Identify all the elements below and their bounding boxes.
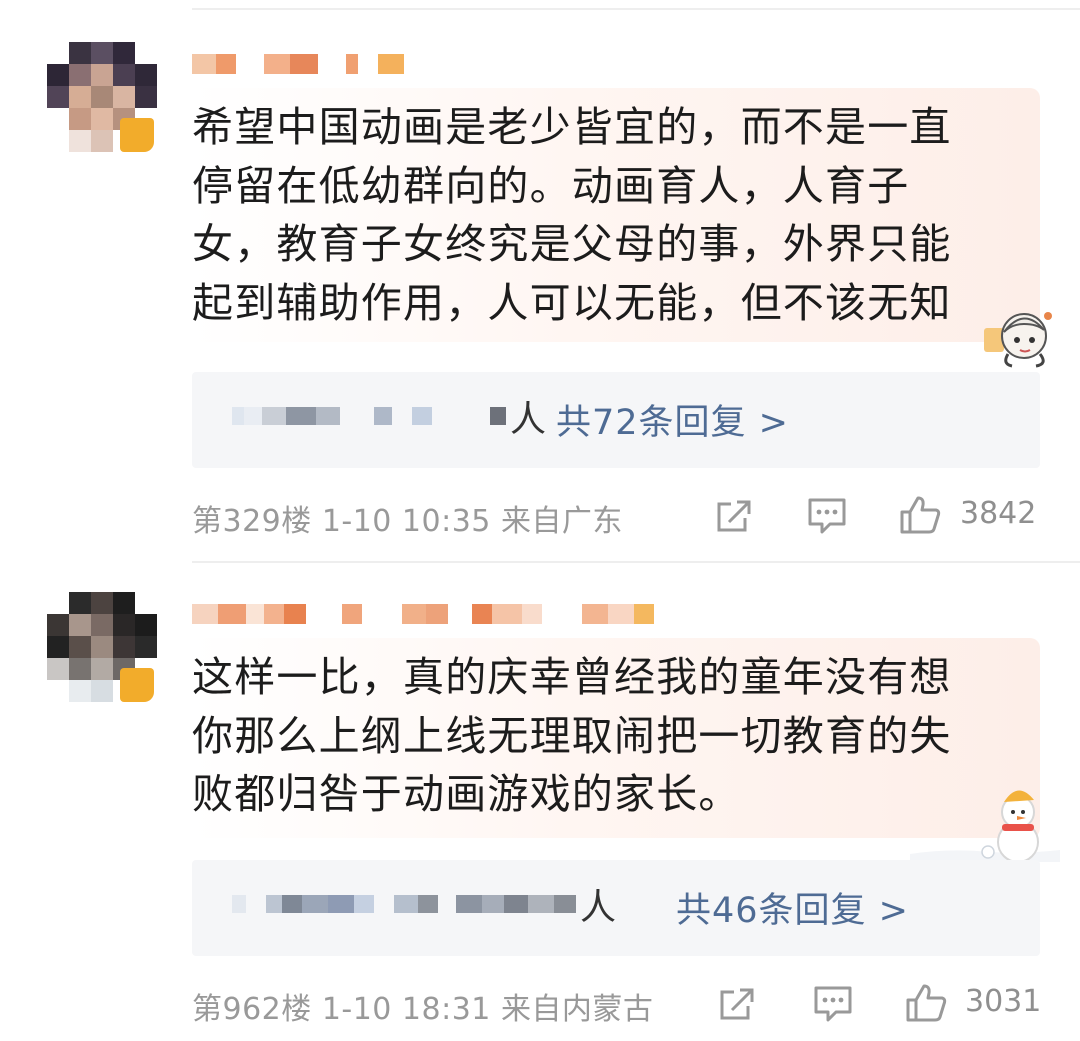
replies-names-suffix: 人 <box>510 399 547 440</box>
floor-number: 第329楼 <box>192 504 312 539</box>
view-replies-link[interactable]: 共46条回复 > <box>676 882 909 933</box>
anime-girl-sticker-icon <box>984 312 1052 368</box>
share-icon <box>720 988 754 1020</box>
comment-line: 希望中国动画是老少皆宜的，而不是一直 <box>192 103 952 151</box>
username-blurred[interactable] <box>192 44 404 84</box>
floor-number: 第962楼 <box>192 992 312 1027</box>
top-divider <box>192 8 1080 10</box>
comment-line: 起到辅助作用，人可以无能，但不该无知 <box>192 278 952 327</box>
comment-line: 女，教育子女终究是父母的事，外界只能 <box>192 220 952 268</box>
like-button[interactable] <box>904 982 948 1024</box>
comment-icon <box>814 986 852 1022</box>
like-count: 3031 <box>965 984 1042 1019</box>
comment-text[interactable]: 希望中国动画是老少皆宜的，而不是一直 停留在低幼群向的。动画育人，人育子 女，教… <box>192 98 1002 332</box>
like-count: 3842 <box>960 496 1037 531</box>
replies-box[interactable]: 人 共46条回复 > <box>192 860 1040 956</box>
comment-button[interactable] <box>812 984 854 1024</box>
like-icon <box>900 496 941 534</box>
replies-box[interactable]: 人 共72条回复 > <box>192 372 1040 468</box>
comment-divider <box>192 561 1080 563</box>
post-location: 来自内蒙古 <box>500 992 654 1027</box>
replies-names-suffix: 人 <box>580 887 617 928</box>
post-location: 来自广东 <box>500 504 623 539</box>
comment-icon <box>808 498 846 534</box>
share-icon <box>717 500 751 532</box>
comment-line: 停留在低幼群向的。动画育人，人育子 <box>192 161 910 210</box>
username-blurred[interactable] <box>192 594 654 634</box>
share-button[interactable] <box>715 496 755 536</box>
comment-line: 败都归咎于动画游戏的家长。 <box>192 770 741 818</box>
snowman-sticker-icon <box>910 790 1060 862</box>
like-icon <box>906 984 947 1022</box>
replies-names-blurred: 人 <box>232 396 546 440</box>
comment-meta: 第329楼 1-10 10:35 来自广东 <box>192 496 623 540</box>
like-button[interactable] <box>898 494 942 536</box>
vip-badge-icon <box>120 118 154 152</box>
share-button[interactable] <box>718 984 758 1024</box>
comment-line: 你那么上纲上线无理取闹把一切教育的失 <box>192 711 952 760</box>
replies-names-blurred: 人 <box>232 884 616 928</box>
post-time: 1-10 10:35 <box>321 504 491 539</box>
comment-text[interactable]: 这样一比，真的庆幸曾经我的童年没有想 你那么上纲上线无理取闹把一切教育的失 败都… <box>192 648 1002 824</box>
post-time: 1-10 18:31 <box>321 992 491 1027</box>
view-replies-link[interactable]: 共72条回复 > <box>556 394 789 445</box>
vip-badge-icon <box>120 668 154 702</box>
comment-button[interactable] <box>806 496 848 536</box>
comment-line: 这样一比，真的庆幸曾经我的童年没有想 <box>192 653 952 701</box>
comment-meta: 第962楼 1-10 18:31 来自内蒙古 <box>192 984 653 1028</box>
